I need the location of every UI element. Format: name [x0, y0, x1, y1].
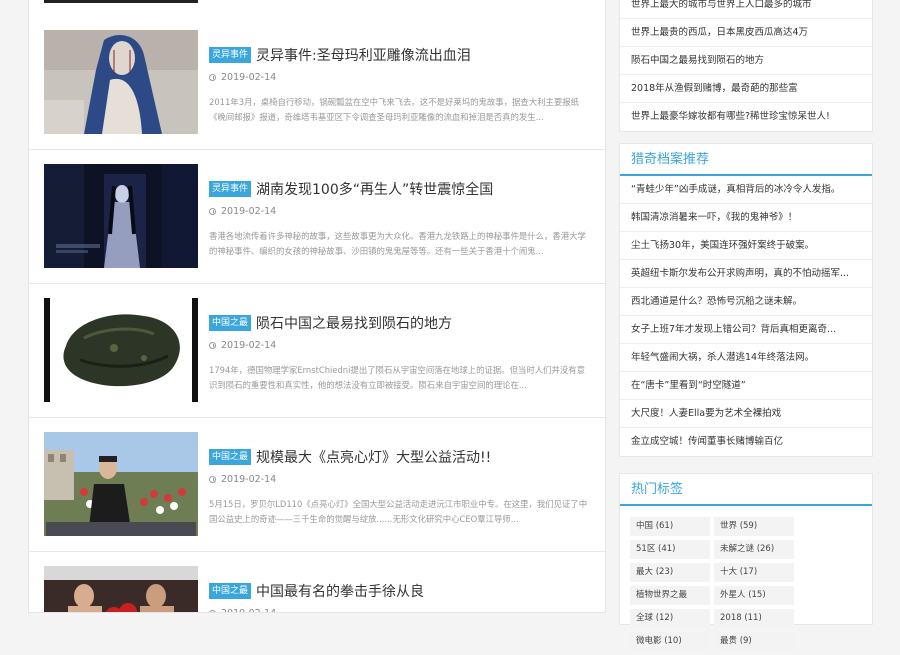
widget-heading: 热门标签	[620, 474, 872, 506]
article-title-row: 灵异事件 灵异事件:圣母玛利亚雕像流出血泪	[209, 45, 595, 65]
previous-article-thumbnail[interactable]	[44, 0, 198, 3]
recommend-link[interactable]: 尘土飞扬30年，美国连环强奸案终于破案。	[620, 232, 872, 260]
recommend-link[interactable]: 英超纽卡斯尔发布公开求购声明，真的不怕动摇军...	[620, 260, 872, 288]
article-excerpt: 2011年3月，桌椅自行移动，锅碗瓢盆在空中飞来飞去。这不是好莱坞的鬼故事，据查…	[209, 97, 580, 122]
article-date: 2019-02-14	[209, 608, 276, 612]
tag-link[interactable]: 51区 (41)	[630, 540, 710, 559]
recommend-link[interactable]: 韩国清凉消暑来一吓，《我的鬼神爷》！	[620, 204, 872, 232]
tag-link[interactable]: 世界 (59)	[714, 517, 794, 536]
article-excerpt: 香港各地流传着许多神秘的故事，这些故事更为大众化。香港九龙铁路上的神秘事件是什么…	[209, 231, 586, 256]
recommend-link[interactable]: 大尺度！人妻Ella要为艺术全裸拍戏	[620, 400, 872, 428]
category-badge[interactable]: 中国之最	[209, 315, 252, 331]
tag-cloud: 中国 (61) 世界 (59) 51区 (41) 未解之谜 (26) 最大 (2…	[620, 506, 872, 655]
article-thumbnail-statue[interactable]	[44, 30, 198, 134]
clock-icon	[209, 342, 216, 349]
article-date: 2019-02-14	[209, 206, 276, 217]
clock-icon	[209, 208, 216, 215]
sidebar-link[interactable]: 世界上最大的城市与世界上人口最多的城市	[620, 0, 872, 19]
tag-link[interactable]: 最大 (23)	[630, 563, 710, 582]
article-title[interactable]: 灵异事件:圣母玛利亚雕像流出血泪	[256, 45, 471, 65]
article-title[interactable]: 规模最大《点亮心灯》大型公益活动!!	[256, 447, 491, 467]
recommend-link[interactable]: 年轻气盛闹大祸，杀人潜逃14年终落法网。	[620, 344, 872, 372]
sidebar-link[interactable]: 陨石中国之最易找到陨石的地方	[620, 47, 872, 75]
article-thumbnail-meteorite[interactable]	[44, 298, 198, 402]
clock-icon	[209, 74, 216, 81]
date-text: 2019-02-14	[221, 474, 277, 485]
article-item: 中国之最 规模最大《点亮心灯》大型公益活动!! 2019-02-14 5月15日…	[29, 417, 605, 552]
article-title-row: 中国之最 中国最有名的拳击手徐从良	[209, 581, 595, 601]
article-item: 中国之最 中国最有名的拳击手徐从良 2019-02-14	[29, 551, 605, 612]
article-item: 灵异事件 湖南发现100多“再生人”转世震惊全国 2019-02-14 香港各地…	[29, 149, 605, 284]
clock-icon	[209, 476, 216, 483]
article-date: 2019-02-14	[209, 340, 276, 351]
article-list: 灵异事件 灵异事件:圣母玛利亚雕像流出血泪 2019-02-14 2011年3月…	[28, 0, 606, 613]
tag-link[interactable]: 中国 (61)	[630, 517, 710, 536]
tag-link[interactable]: 微电影 (10)	[630, 632, 710, 651]
tag-link[interactable]: 未解之谜 (26)	[714, 540, 794, 559]
category-badge[interactable]: 中国之最	[209, 583, 252, 599]
sidebar-recommend-widget: 猎奇档案推荐 “青蛙少年”凶手成谜，真相背后的冰冷令人发指。 韩国清凉消暑来一吓…	[619, 143, 873, 457]
date-text: 2019-02-14	[221, 608, 276, 612]
article-title-row: 中国之最 陨石中国之最易找到陨石的地方	[209, 313, 595, 333]
category-badge[interactable]: 灵异事件	[209, 181, 252, 197]
article-date: 2019-02-14	[209, 474, 276, 485]
article-thumbnail-boxer[interactable]	[44, 566, 198, 612]
article-item: 灵异事件 灵异事件:圣母玛利亚雕像流出血泪 2019-02-14 2011年3月…	[29, 15, 605, 150]
sidebar-top-list: 世界上最大的城市与世界上人口最多的城市 世界上最贵的西瓜，日本黑皮西瓜高达4万 …	[619, 0, 873, 132]
article-item: 中国之最 陨石中国之最易找到陨石的地方 2019-02-14 1794年，德国物…	[29, 283, 605, 418]
article-thumbnail-ghost[interactable]	[44, 164, 198, 268]
article-title-row: 中国之最 规模最大《点亮心灯》大型公益活动!!	[209, 447, 595, 467]
category-badge[interactable]: 灵异事件	[209, 47, 252, 63]
tag-link[interactable]: 最贵 (9)	[714, 632, 794, 651]
article-excerpt: 5月15日，罗贝尔LD110《点亮心灯》全国大型公益活动走进沅江市职业中专。在这…	[209, 499, 588, 524]
article-excerpt: 1794年，德国物理学家ErnstChiedni提出了陨石从宇宙空间落在地球上的…	[209, 365, 585, 390]
recommend-link[interactable]: 金立成空城！传闻董事长赌博输百亿	[620, 428, 872, 456]
recommend-link[interactable]: 西北通道是什么？恐怖号沉船之谜未解。	[620, 288, 872, 316]
article-title[interactable]: 湖南发现100多“再生人”转世震惊全国	[256, 179, 493, 199]
date-text: 2019-02-14	[221, 206, 277, 217]
date-text: 2019-02-14	[221, 340, 277, 351]
article-title-row: 灵异事件 湖南发现100多“再生人”转世震惊全国	[209, 179, 595, 199]
tag-link[interactable]: 植物世界之最	[630, 586, 710, 605]
sidebar-link[interactable]: 2018年从渔假到赌博，最奇葩的那些富	[620, 75, 872, 103]
sidebar-link[interactable]: 世界上最豪华嫁妆都有哪些?稀世珍宝惊呆世人!	[620, 103, 872, 131]
category-badge[interactable]: 中国之最	[209, 449, 252, 465]
recommend-link[interactable]: 女子上班7年才发现上错公司？背后真相更离奇...	[620, 316, 872, 344]
article-date: 2019-02-14	[209, 72, 276, 83]
tag-link[interactable]: 十大 (17)	[714, 563, 794, 582]
article-thumbnail-event[interactable]	[44, 432, 198, 536]
widget-heading: 猎奇档案推荐	[620, 144, 872, 176]
date-text: 2019-02-14	[221, 72, 277, 83]
recommend-link[interactable]: 在“唐卡”里看到“时空隧道”	[620, 372, 872, 400]
sidebar-tags-widget: 热门标签 中国 (61) 世界 (59) 51区 (41) 未解之谜 (26) …	[619, 473, 873, 651]
article-title[interactable]: 陨石中国之最易找到陨石的地方	[256, 313, 452, 333]
article-title[interactable]: 中国最有名的拳击手徐从良	[256, 581, 424, 601]
tag-link[interactable]: 外星人 (15)	[714, 586, 794, 605]
sidebar-link[interactable]: 世界上最贵的西瓜，日本黑皮西瓜高达4万	[620, 19, 872, 47]
recommend-link[interactable]: “青蛙少年”凶手成谜，真相背后的冰冷令人发指。	[620, 176, 872, 204]
